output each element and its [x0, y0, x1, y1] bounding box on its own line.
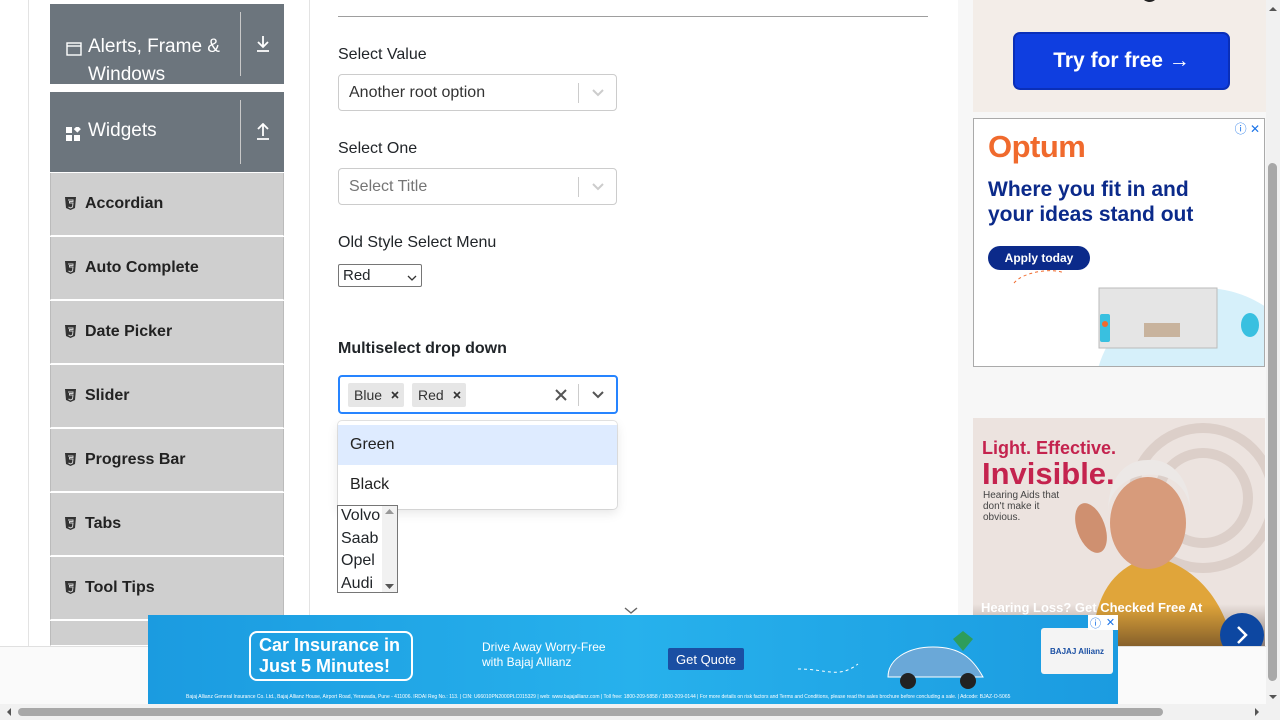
- html5-icon: [65, 389, 78, 403]
- old-style-select-value: Red: [343, 267, 371, 284]
- select-value-current: Another root option: [349, 83, 486, 101]
- multiselect-chip: Red: [412, 382, 466, 407]
- multiselect-menu: Green Black: [338, 421, 617, 509]
- chip-label: Red: [418, 386, 444, 403]
- window-icon: [66, 37, 83, 65]
- old-style-select-label: Old Style Select Menu: [338, 234, 497, 251]
- remove-chip-icon[interactable]: [386, 390, 404, 399]
- bajaj-allianz-logo: BAJAJ Allianz: [1041, 628, 1113, 674]
- optum-headline: Where you fit in and your ideas stand ou…: [988, 178, 1194, 226]
- scroll-up-icon[interactable]: [1266, 4, 1280, 14]
- html5-icon: [65, 517, 78, 531]
- upload-arrow-icon[interactable]: [240, 100, 284, 164]
- html5-icon: [65, 581, 78, 595]
- banner-headline: Car Insurance in Just 5 Minutes!: [249, 631, 413, 681]
- chevron-down-icon[interactable]: [579, 88, 616, 97]
- sidebar-group-label: Alerts, Frame & Windows: [88, 36, 220, 85]
- clear-icon[interactable]: [544, 388, 578, 401]
- ad-info-icon[interactable]: ⓘ ✕: [1235, 120, 1260, 137]
- html5-icon: [65, 325, 78, 339]
- chip-label: Blue: [354, 386, 383, 403]
- menu-option-green[interactable]: Green: [338, 425, 617, 465]
- listbox-scrollbar[interactable]: [382, 506, 397, 592]
- old-style-select[interactable]: Red: [338, 264, 422, 287]
- sidebar-item-date-picker[interactable]: Date Picker: [50, 301, 284, 364]
- sidebar-item-progress-bar[interactable]: Progress Bar: [50, 429, 284, 492]
- sidebar-item-label: Auto Complete: [85, 259, 199, 276]
- banner-fineprint: Bajaj Allianz General Insurance Co. Ltd.…: [186, 694, 1011, 700]
- sidebar-item-accordian[interactable]: Accordian: [50, 173, 284, 236]
- sidebar-item-label: Tool Tips: [85, 579, 155, 596]
- hearing-aid-ad[interactable]: Light. Effective. Invisible. Hearing Aid…: [973, 418, 1265, 646]
- vertical-scrollbar[interactable]: [1266, 0, 1280, 720]
- multiselect-chip: Blue: [348, 382, 405, 407]
- sidebar-item-tabs[interactable]: Tabs: [50, 493, 284, 556]
- html5-icon: [65, 261, 78, 275]
- sidebar-group-alerts[interactable]: Alerts, Frame & Windows: [50, 4, 284, 85]
- hearing-ad-line2: Invisible.: [982, 456, 1115, 491]
- remove-chip-icon[interactable]: [448, 390, 466, 399]
- hearing-ad-footer: Hearing Loss? Get Checked Free At: [981, 600, 1203, 615]
- sidebar-item-label: Accordian: [85, 195, 164, 212]
- select-one-placeholder: Select Title: [349, 177, 428, 195]
- divider: [338, 16, 928, 17]
- horizontal-scroll-thumb[interactable]: [18, 708, 1163, 716]
- select-value-dropdown[interactable]: Another root option: [338, 74, 617, 111]
- scroll-right-icon[interactable]: [1252, 705, 1262, 719]
- hearing-ad-line3: Hearing Aids that don't make it obvious.: [983, 490, 1060, 523]
- sidebar-group-widgets[interactable]: Widgets: [50, 92, 284, 172]
- scroll-left-icon[interactable]: [4, 705, 14, 719]
- vertical-scroll-thumb[interactable]: [1268, 163, 1277, 681]
- sidebar-item-slider[interactable]: Slider: [50, 365, 284, 428]
- select-value-label: Select Value: [338, 46, 427, 63]
- banner-tagline: Drive Away Worry-Free with Bajaj Allianz: [482, 640, 606, 669]
- sidebar-group-label: Widgets: [88, 120, 157, 141]
- close-icon[interactable]: ✕: [1103, 615, 1118, 630]
- bajaj-banner-ad[interactable]: Car Insurance in Just 5 Minutes! Drive A…: [148, 615, 1118, 705]
- cars-listbox[interactable]: Volvo Saab Opel Audi: [337, 505, 398, 593]
- scroll-down-icon[interactable]: [1266, 692, 1280, 702]
- multiselect-label: Multiselect drop down: [338, 340, 507, 357]
- horizontal-scrollbar[interactable]: [0, 704, 1266, 720]
- menu-option-black[interactable]: Black: [338, 465, 617, 505]
- car-illustration: [797, 631, 984, 689]
- sidebar-item-tool-tips[interactable]: Tool Tips: [50, 557, 284, 620]
- ad-info-icon[interactable]: ⓘ: [1088, 615, 1103, 630]
- select-one-label: Select One: [338, 140, 418, 157]
- laptop-illustration: [1013, 270, 1264, 366]
- widgets-grid-icon: [66, 123, 83, 151]
- chevron-down-icon: [407, 269, 417, 286]
- download-arrow-icon[interactable]: [240, 12, 284, 76]
- html5-icon: [65, 197, 78, 211]
- optum-ad[interactable]: Optum Where you fit in and your ideas st…: [973, 118, 1265, 367]
- sidebar-item-auto-complete[interactable]: Auto Complete: [50, 237, 284, 300]
- ad-close-controls: ⓘ ✕: [1088, 615, 1118, 630]
- sidebar: Alerts, Frame & Windows Widgets Accordia…: [28, 0, 310, 646]
- try-for-free-button[interactable]: Try for free →: [1013, 32, 1230, 90]
- sidebar-item-label: Date Picker: [85, 323, 173, 340]
- chevron-down-icon[interactable]: [579, 390, 616, 399]
- chevron-down-icon[interactable]: [579, 182, 616, 191]
- get-quote-button[interactable]: Get Quote: [668, 648, 744, 670]
- multiselect-dropdown[interactable]: Blue Red: [338, 375, 618, 414]
- html5-icon: [65, 453, 78, 467]
- select-one-dropdown[interactable]: Select Title: [338, 168, 617, 205]
- optum-logo: Optum: [988, 129, 1086, 164]
- sidebar-item-label: Slider: [85, 387, 130, 404]
- sidebar-item-label: Progress Bar: [85, 451, 186, 468]
- sidebar-item-label: Tabs: [85, 515, 122, 532]
